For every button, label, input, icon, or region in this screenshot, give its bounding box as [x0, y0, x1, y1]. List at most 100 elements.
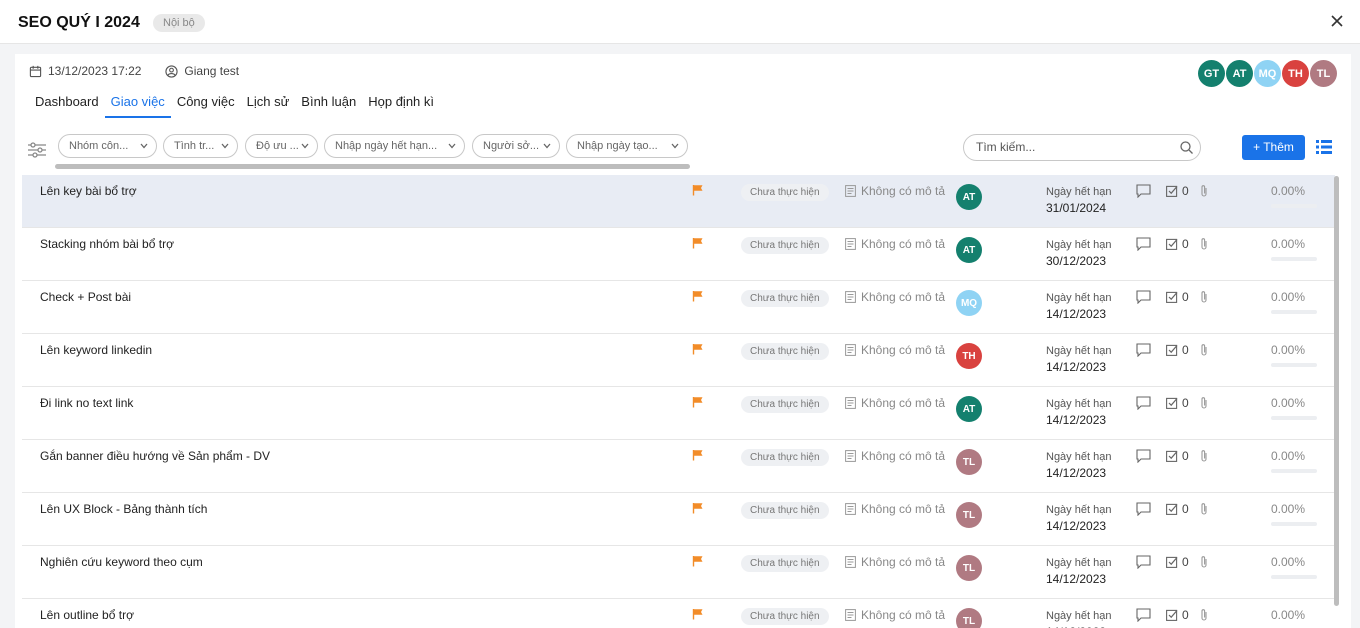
flag-icon[interactable]: [692, 555, 704, 567]
assignee-avatar[interactable]: TL: [956, 555, 982, 581]
comment-icon[interactable]: [1136, 396, 1151, 410]
flag-icon[interactable]: [692, 449, 704, 461]
checklist-count[interactable]: 0: [1166, 184, 1189, 198]
due-value: 14/12/2023: [1046, 360, 1107, 374]
assignee-avatar[interactable]: AT: [956, 237, 982, 263]
filter-chip[interactable]: Người sở...: [472, 134, 560, 158]
status-badge[interactable]: Chưa thực hiện: [741, 290, 829, 307]
status-badge[interactable]: Chưa thực hiện: [741, 502, 829, 519]
search-input[interactable]: Tìm kiếm...: [963, 134, 1201, 161]
flag-icon[interactable]: [692, 184, 704, 196]
task-list-scrollbar[interactable]: [1334, 176, 1339, 606]
tab-0[interactable]: Dashboard: [29, 91, 105, 118]
assignee-avatar[interactable]: MQ: [956, 290, 982, 316]
checklist-count[interactable]: 0: [1166, 502, 1189, 516]
status-badge[interactable]: Chưa thực hiện: [741, 184, 829, 201]
tab-5[interactable]: Họp định kì: [362, 91, 440, 118]
tab-1[interactable]: Giao việc: [104, 91, 171, 118]
member-avatar[interactable]: MQ: [1254, 60, 1281, 87]
checklist-count[interactable]: 0: [1166, 449, 1189, 463]
task-row[interactable]: Đi link no text link Chưa thực hiện Khôn…: [22, 387, 1335, 440]
task-row[interactable]: Lên UX Block - Bảng thành tích Chưa thực…: [22, 493, 1335, 546]
comment-icon[interactable]: [1136, 290, 1151, 304]
task-row[interactable]: Lên key bài bổ trợ Chưa thực hiện Không …: [22, 175, 1335, 228]
filter-chip[interactable]: Tình tr...: [163, 134, 238, 158]
assignee-avatar[interactable]: TL: [956, 449, 982, 475]
task-row[interactable]: Lên outline bổ trợ Chưa thực hiện Không …: [22, 599, 1335, 628]
task-name[interactable]: Lên keyword linkedin: [40, 343, 152, 357]
flag-icon[interactable]: [692, 290, 704, 302]
checklist-count[interactable]: 0: [1166, 396, 1189, 410]
paperclip-icon[interactable]: [1199, 343, 1209, 357]
status-badge[interactable]: Chưa thực hiện: [741, 396, 829, 413]
assignee-avatar[interactable]: AT: [956, 184, 982, 210]
paperclip-icon[interactable]: [1199, 290, 1209, 304]
comment-icon[interactable]: [1136, 555, 1151, 569]
flag-icon[interactable]: [692, 237, 704, 249]
paperclip-icon[interactable]: [1199, 184, 1209, 198]
flag-icon[interactable]: [692, 502, 704, 514]
task-description: Không có mô tả: [845, 608, 945, 622]
member-avatar[interactable]: AT: [1226, 60, 1253, 87]
status-badge[interactable]: Chưa thực hiện: [741, 449, 829, 466]
checklist-count[interactable]: 0: [1166, 608, 1189, 622]
status-badge[interactable]: Chưa thực hiện: [741, 343, 829, 360]
add-task-button[interactable]: + Thêm: [1242, 135, 1305, 160]
tab-2[interactable]: Công việc: [171, 91, 241, 118]
paperclip-icon[interactable]: [1199, 449, 1209, 463]
comment-icon[interactable]: [1136, 449, 1151, 463]
paperclip-icon[interactable]: [1199, 396, 1209, 410]
close-icon[interactable]: [1328, 12, 1346, 30]
filter-scrollbar[interactable]: [55, 164, 690, 169]
task-row[interactable]: Nghiên cứu keyword theo cụm Chưa thực hi…: [22, 546, 1335, 599]
tab-3[interactable]: Lịch sử: [241, 91, 296, 118]
tab-4[interactable]: Bình luận: [295, 91, 362, 118]
assignee-avatar[interactable]: TL: [956, 502, 982, 528]
task-row[interactable]: Lên keyword linkedin Chưa thực hiện Khôn…: [22, 334, 1335, 387]
filter-chip[interactable]: Độ ưu ...: [245, 134, 318, 158]
member-avatar[interactable]: TL: [1310, 60, 1337, 87]
checklist-count[interactable]: 0: [1166, 343, 1189, 357]
assignee-avatar[interactable]: TL: [956, 608, 982, 628]
checklist-count[interactable]: 0: [1166, 555, 1189, 569]
filter-sliders-icon[interactable]: [27, 142, 47, 158]
list-view-icon[interactable]: [1316, 140, 1332, 154]
comment-icon[interactable]: [1136, 184, 1151, 198]
comment-icon[interactable]: [1136, 343, 1151, 357]
task-name[interactable]: Gắn banner điều hướng về Sản phẩm - DV: [40, 449, 270, 463]
task-row[interactable]: Stacking nhóm bài bổ trợ Chưa thực hiện …: [22, 228, 1335, 281]
flag-icon[interactable]: [692, 343, 704, 355]
comment-icon[interactable]: [1136, 608, 1151, 622]
task-name[interactable]: Check + Post bài: [40, 290, 131, 304]
filter-chip[interactable]: Nhập ngày hết hạn...: [324, 134, 465, 158]
member-avatar[interactable]: GT: [1198, 60, 1225, 87]
checklist-count[interactable]: 0: [1166, 290, 1189, 304]
task-name[interactable]: Nghiên cứu keyword theo cụm: [40, 555, 203, 569]
document-icon: [845, 556, 856, 568]
task-name[interactable]: Đi link no text link: [40, 396, 133, 410]
task-row[interactable]: Check + Post bài Chưa thực hiện Không có…: [22, 281, 1335, 334]
task-row[interactable]: Gắn banner điều hướng về Sản phẩm - DV C…: [22, 440, 1335, 493]
checklist-count[interactable]: 0: [1166, 237, 1189, 251]
task-name[interactable]: Stacking nhóm bài bổ trợ: [40, 237, 174, 251]
member-avatar[interactable]: TH: [1282, 60, 1309, 87]
task-name[interactable]: Lên outline bổ trợ: [40, 608, 134, 622]
task-name[interactable]: Lên key bài bổ trợ: [40, 184, 137, 198]
assignee-avatar[interactable]: AT: [956, 396, 982, 422]
paperclip-icon[interactable]: [1199, 608, 1209, 622]
paperclip-icon[interactable]: [1199, 237, 1209, 251]
comment-icon[interactable]: [1136, 502, 1151, 516]
filter-chip[interactable]: Nhóm côn...: [58, 134, 157, 158]
flag-icon[interactable]: [692, 608, 704, 620]
status-badge[interactable]: Chưa thực hiện: [741, 608, 829, 625]
status-badge[interactable]: Chưa thực hiện: [741, 237, 829, 254]
assignee-avatar[interactable]: TH: [956, 343, 982, 369]
search-icon[interactable]: [1180, 141, 1193, 154]
task-name[interactable]: Lên UX Block - Bảng thành tích: [40, 502, 207, 516]
paperclip-icon[interactable]: [1199, 502, 1209, 516]
flag-icon[interactable]: [692, 396, 704, 408]
comment-icon[interactable]: [1136, 237, 1151, 251]
paperclip-icon[interactable]: [1199, 555, 1209, 569]
status-badge[interactable]: Chưa thực hiện: [741, 555, 829, 572]
filter-chip[interactable]: Nhập ngày tạo...: [566, 134, 688, 158]
